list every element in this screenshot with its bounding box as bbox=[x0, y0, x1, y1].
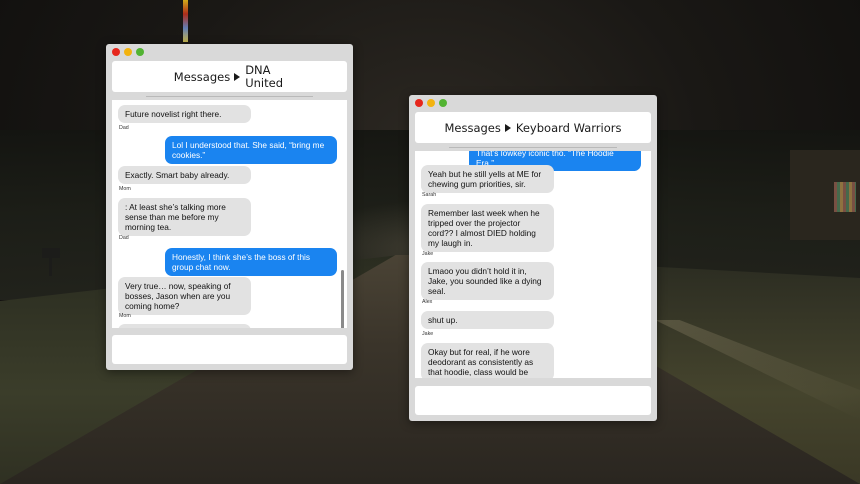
chat-title: Keyboard Warriors bbox=[515, 120, 622, 135]
sender-name: Jake bbox=[422, 251, 434, 257]
message-bubble: Future novelist right there. bbox=[118, 105, 251, 123]
chat-title: DNA United bbox=[245, 62, 283, 90]
sender-name: Mom bbox=[119, 186, 131, 192]
message-input[interactable] bbox=[112, 335, 347, 364]
message-bubble: : At least she’s talking more sense than… bbox=[118, 198, 251, 236]
message-list[interactable]: That’s lowkey iconic tho. “The Hoodie Er… bbox=[415, 151, 651, 378]
sender-name: Alex bbox=[422, 299, 433, 305]
message-bubble: Very true… now, speaking of bosses, Jaso… bbox=[118, 277, 251, 315]
minimize-button[interactable] bbox=[124, 48, 132, 56]
app-title: Messages bbox=[444, 120, 501, 135]
message-bubble: Yeah but he still yells at ME for chewin… bbox=[421, 165, 554, 193]
message-bubble: Okay but for real, if he wore deodorant … bbox=[421, 343, 554, 378]
chat-header: Messages DNA United bbox=[112, 61, 347, 92]
messages-window-keyboard-warriors: Messages Keyboard Warriors That’s lowkey… bbox=[409, 95, 657, 421]
window-controls bbox=[415, 99, 447, 107]
sender-name: Sarah bbox=[422, 192, 437, 198]
app-title: Messages bbox=[173, 69, 231, 84]
header-divider bbox=[449, 147, 617, 148]
message-bubble: Honestly, I think she’s the boss of this… bbox=[165, 248, 337, 276]
message-bubble: Exactly. Smart baby already. bbox=[118, 166, 251, 184]
maximize-button[interactable] bbox=[439, 99, 447, 107]
chat-header: Messages Keyboard Warriors bbox=[415, 112, 651, 143]
message-list[interactable]: Future novelist right there. Dad Lol I u… bbox=[112, 100, 347, 328]
message-input[interactable] bbox=[415, 386, 651, 415]
sender-name: Dad bbox=[119, 235, 129, 241]
mailbox-post bbox=[49, 256, 52, 276]
maximize-button[interactable] bbox=[136, 48, 144, 56]
sender-name: Jake bbox=[422, 331, 434, 337]
message-bubble: shut up. bbox=[421, 311, 554, 329]
message-bubble: Lol I understood that. She said, “bring … bbox=[165, 136, 337, 164]
header-divider bbox=[146, 96, 313, 97]
play-arrow-icon bbox=[504, 123, 511, 132]
message-bubble bbox=[118, 324, 251, 328]
window-controls bbox=[112, 48, 144, 56]
sender-name: Mom bbox=[119, 313, 131, 319]
scrollbar[interactable] bbox=[341, 270, 344, 328]
message-bubble: Lmaoo you didn’t hold it in, Jake, you s… bbox=[421, 262, 554, 300]
lit-window bbox=[834, 182, 856, 212]
messages-window-dna-united: Messages DNA United Future novelist righ… bbox=[106, 44, 353, 370]
close-button[interactable] bbox=[415, 99, 423, 107]
message-bubble: Remember last week when he tripped over … bbox=[421, 204, 554, 252]
play-arrow-icon bbox=[234, 72, 241, 81]
close-button[interactable] bbox=[112, 48, 120, 56]
minimize-button[interactable] bbox=[427, 99, 435, 107]
light-streak bbox=[183, 0, 188, 42]
sender-name: Dad bbox=[119, 125, 129, 131]
